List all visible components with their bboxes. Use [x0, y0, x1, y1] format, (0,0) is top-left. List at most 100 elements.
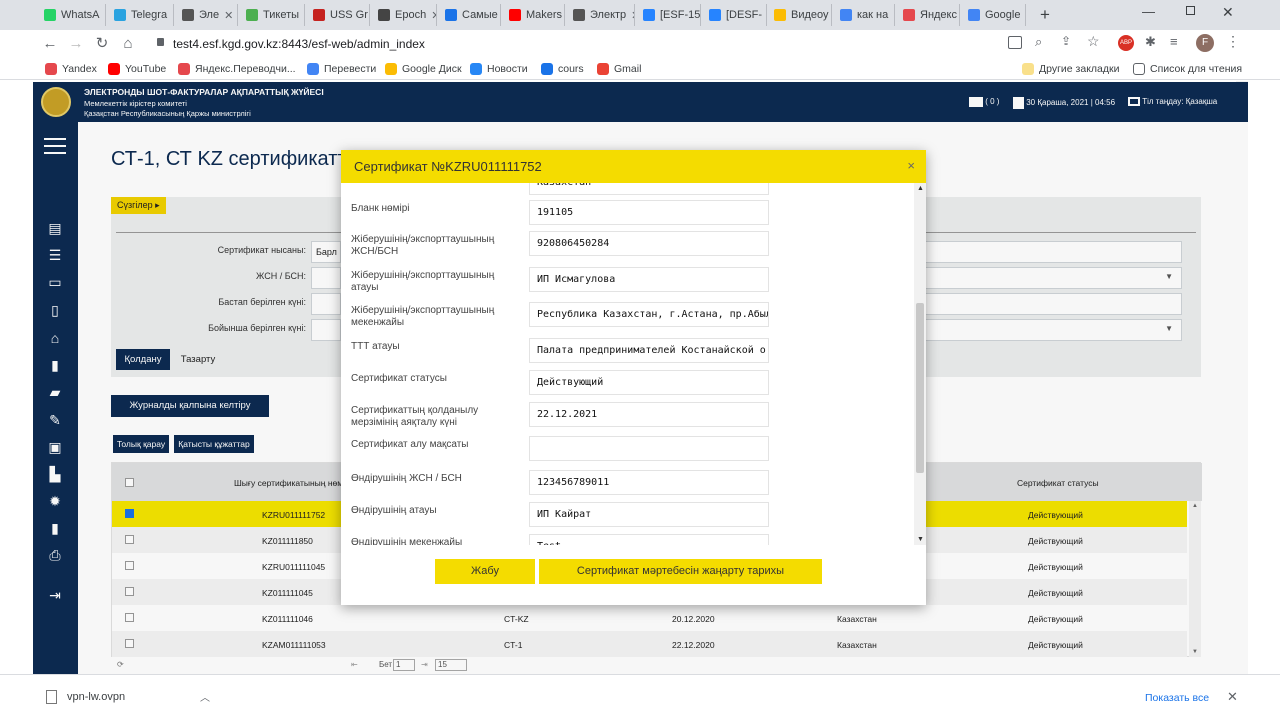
- tab-label: Видеоу: [791, 9, 829, 21]
- tab-favicon-icon: [182, 9, 194, 21]
- bookmark-favicon-icon: [178, 63, 190, 75]
- status-history-button[interactable]: Сертификат мәртебесін жаңарту тарихы: [539, 559, 822, 584]
- reading-list-icon: [1133, 63, 1145, 75]
- modal-scrollbar-thumb[interactable]: [916, 303, 924, 473]
- bookmark-item[interactable]: Gmail: [597, 61, 641, 77]
- browser-tab[interactable]: Telegra ✕: [110, 4, 174, 26]
- bookmark-label: Gmail: [614, 63, 642, 75]
- field-value[interactable]: Республика Казахстан, г.Астана, пр.Абыла: [529, 302, 769, 327]
- scroll-down-icon[interactable]: ▼: [917, 536, 924, 543]
- tab-close-icon[interactable]: ✕: [431, 9, 436, 22]
- tab-close-icon[interactable]: ✕: [172, 9, 173, 22]
- reading-list[interactable]: Список для чтения: [1133, 61, 1242, 77]
- field-label: Сертификат алу мақсаты: [351, 439, 469, 450]
- field-label: Сертификаттың қолданылу мерзімінің аяқта…: [351, 405, 479, 428]
- browser-tab[interactable]: Видеоу✕: [770, 4, 832, 26]
- tab-close-icon[interactable]: ✕: [224, 9, 233, 22]
- playlist-icon[interactable]: ≡: [1170, 34, 1178, 49]
- field-value[interactable]: 123456789011: [529, 470, 769, 495]
- modal-scrollbar[interactable]: ▲ ▼: [914, 183, 926, 545]
- tab-label: [ESF-15: [660, 9, 701, 21]
- field-top-partial[interactable]: Казахстан: [529, 183, 769, 195]
- download-filename: vpn-lw.ovpn: [67, 691, 126, 703]
- bookmark-item[interactable]: YouTube: [108, 61, 166, 77]
- reload-icon[interactable]: ↻: [92, 34, 112, 54]
- browser-menu-icon[interactable]: ⋮: [1226, 33, 1240, 50]
- browser-tab[interactable]: WhatsA ✕: [40, 4, 106, 26]
- url-input[interactable]: test4.esf.kgd.gov.kz:8443/esf-web/admin_…: [173, 33, 1023, 55]
- browser-tab[interactable]: Эле ✕: [178, 4, 238, 26]
- forward-icon[interactable]: →: [66, 34, 86, 54]
- scroll-up-icon[interactable]: ▲: [917, 185, 924, 192]
- profile-avatar[interactable]: F: [1196, 34, 1214, 52]
- minimize-icon[interactable]: —: [1142, 4, 1155, 19]
- browser-tab[interactable]: Электр ✕: [569, 4, 635, 26]
- field-value[interactable]: Палата предпринимателей Костанайской о: [529, 338, 769, 363]
- browser-tab[interactable]: как на ✕: [836, 4, 895, 26]
- close-downloads-icon[interactable]: ✕: [1227, 689, 1238, 705]
- chevron-up-icon[interactable]: ︿: [200, 689, 210, 704]
- bookmark-item[interactable]: Яндекс.Переводчи...: [178, 61, 296, 77]
- other-bookmarks[interactable]: Другие закладки: [1022, 61, 1119, 77]
- field-label: Жіберушінің/экспорттаушының мекенжайы: [351, 305, 495, 328]
- browser-tab[interactable]: Google ✕: [964, 4, 1026, 26]
- adblock-icon[interactable]: ABP: [1118, 35, 1134, 51]
- tab-favicon-icon: [44, 9, 56, 21]
- bookmark-item[interactable]: Yandex: [45, 61, 97, 77]
- field-value[interactable]: [529, 436, 769, 461]
- zoom-icon[interactable]: ⌕: [1035, 34, 1042, 50]
- close-window-icon[interactable]: ✕: [1222, 4, 1234, 21]
- browser-tab[interactable]: USS Gr✕: [309, 4, 370, 26]
- field-value[interactable]: 22.12.2021: [529, 402, 769, 427]
- field-value[interactable]: Действующий: [529, 370, 769, 395]
- tab-favicon-icon: [114, 9, 126, 21]
- bookmark-star-icon[interactable]: ☆: [1087, 33, 1100, 50]
- browser-tab[interactable]: Яндекс✕: [899, 4, 960, 26]
- reading-list-label: Список для чтения: [1150, 63, 1243, 75]
- browser-tab[interactable]: [ESF-15✕: [639, 4, 701, 26]
- tab-label: Самые: [462, 9, 498, 21]
- new-tab-icon[interactable]: +: [1040, 5, 1050, 25]
- field-value[interactable]: 920806450284: [529, 231, 769, 256]
- tab-close-icon[interactable]: ✕: [105, 9, 106, 22]
- back-icon[interactable]: ←: [40, 34, 60, 54]
- tab-close-icon[interactable]: ✕: [1025, 9, 1026, 22]
- restore-icon[interactable]: [1186, 6, 1195, 15]
- tab-label: [DESF-: [726, 9, 763, 21]
- translate-icon[interactable]: [1008, 36, 1022, 49]
- tab-label: как на: [857, 9, 889, 21]
- browser-tab[interactable]: Самые✕: [441, 4, 501, 26]
- field-value[interactable]: 191105: [529, 200, 769, 225]
- tab-favicon-icon: [709, 9, 721, 21]
- tab-favicon-icon: [774, 9, 786, 21]
- bookmark-item[interactable]: Google Диск: [385, 61, 462, 77]
- bookmark-item[interactable]: Новости: [470, 61, 528, 77]
- field-value[interactable]: ИП Кайрат: [529, 502, 769, 527]
- close-icon[interactable]: ×: [907, 158, 915, 173]
- field-value[interactable]: ИП Исмагулова: [529, 267, 769, 292]
- share-icon[interactable]: ⇪: [1061, 34, 1071, 48]
- browser-tab[interactable]: Makers✕: [505, 4, 565, 26]
- home-icon[interactable]: ⌂: [118, 34, 138, 54]
- tab-close-icon[interactable]: ✕: [893, 9, 894, 22]
- field-label: Жіберушінің/экспорттаушының ЖСН/БСН: [351, 234, 495, 257]
- extensions-icon[interactable]: ✱: [1145, 34, 1156, 50]
- show-all-downloads[interactable]: Показать все: [1145, 692, 1209, 704]
- left-margin: [0, 81, 33, 674]
- bookmark-favicon-icon: [307, 63, 319, 75]
- bookmark-item[interactable]: cours: [541, 61, 584, 77]
- tab-close-icon[interactable]: ✕: [631, 9, 634, 22]
- bookmark-favicon-icon: [45, 63, 57, 75]
- close-button[interactable]: Жабу: [435, 559, 535, 584]
- browser-tab[interactable]: [DESF-✕: [705, 4, 767, 26]
- field-value[interactable]: Test: [529, 534, 769, 545]
- tab-label: WhatsA: [61, 9, 100, 21]
- download-item[interactable]: vpn-lw.ovpn: [46, 690, 125, 704]
- tab-favicon-icon: [840, 9, 852, 21]
- browser-tab[interactable]: Тикеты ✕: [242, 4, 305, 26]
- certificate-modal: Сертификат №KZRU011111752 × Казахстан Бл…: [341, 150, 926, 605]
- browser-tab[interactable]: Epoch ✕: [374, 4, 437, 26]
- tab-close-icon[interactable]: ✕: [304, 9, 305, 22]
- bookmark-label: cours: [558, 63, 584, 75]
- bookmark-item[interactable]: Перевести: [307, 61, 376, 77]
